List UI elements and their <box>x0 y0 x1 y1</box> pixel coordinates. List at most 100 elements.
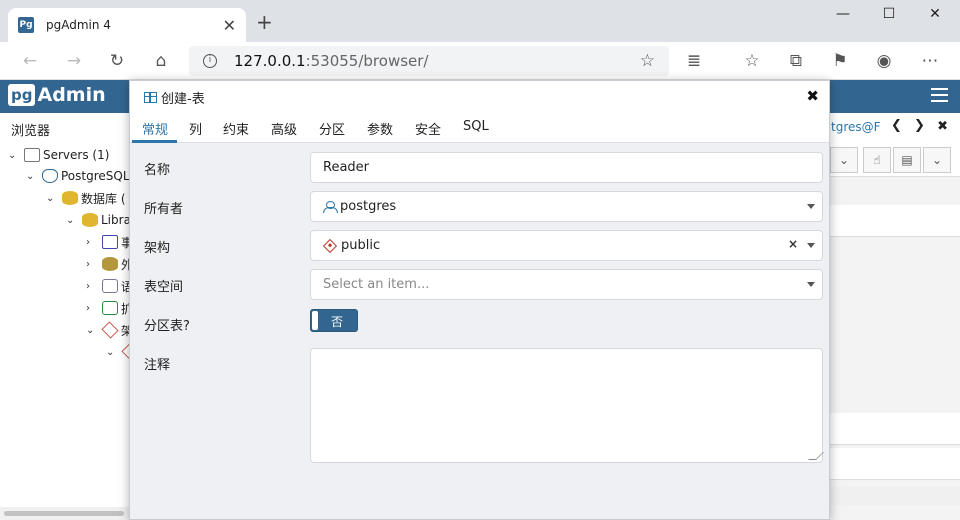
minimize-icon[interactable]: — <box>820 6 866 22</box>
tab-close-icon[interactable]: ✖ <box>937 119 948 134</box>
dropdown-caret-icon[interactable] <box>807 204 815 209</box>
tree-node-label: Servers (1) <box>43 148 110 162</box>
extension-icon <box>102 301 118 315</box>
tablespace-label: 表空间 <box>144 280 184 295</box>
site-info-icon[interactable]: i <box>203 54 217 68</box>
tab-columns[interactable]: 列 <box>189 119 202 138</box>
tree-node-languages[interactable]: › 语 <box>86 276 133 296</box>
favorite-star-icon[interactable]: ☆ <box>640 51 655 71</box>
owner-select[interactable]: postgres <box>310 191 823 222</box>
back-icon[interactable]: ← <box>19 50 41 72</box>
favorites-list-icon[interactable]: ☆ <box>741 50 763 72</box>
dropdown-caret-icon[interactable] <box>807 282 815 287</box>
scrollbar-thumb[interactable] <box>4 511 124 516</box>
tree-node-event-triggers[interactable]: › 事 <box>86 232 133 252</box>
chevron-right-icon[interactable]: › <box>86 237 98 248</box>
comment-textarea[interactable] <box>310 348 824 463</box>
tree-node-databases[interactable]: ⌄ 数据库 ( <box>46 188 126 208</box>
tab-general[interactable]: 常规 <box>142 119 168 138</box>
clear-selection-icon[interactable]: × <box>788 237 798 251</box>
partitioned-label: 分区表? <box>144 319 190 334</box>
collections-icon[interactable]: ⧉ <box>785 50 807 72</box>
chevron-down-icon[interactable]: ⌄ <box>8 150 20 161</box>
object-browser-panel: 浏览器 ⌄ Servers (1) ⌄ PostgreSQL ⌄ 数据库 ( ⌄… <box>0 113 139 520</box>
feedback-icon[interactable]: ⚑ <box>829 50 851 72</box>
schema-value: public <box>341 238 381 253</box>
database-extension-icon[interactable]: ≣ <box>683 50 705 72</box>
home-icon[interactable]: ⌂ <box>150 50 172 72</box>
dialog-close-icon[interactable]: ✖ <box>806 87 819 105</box>
tab-title: pgAdmin 4 <box>46 18 111 32</box>
tab-constraints[interactable]: 约束 <box>223 119 249 138</box>
tree-node-foreign-data[interactable]: › 外 <box>86 254 133 274</box>
tab-advanced[interactable]: 高级 <box>271 119 297 138</box>
horizontal-scrollbar[interactable] <box>0 507 130 520</box>
comment-label: 注释 <box>144 358 171 373</box>
grid-row <box>830 413 960 445</box>
hamburger-menu-icon[interactable] <box>931 88 948 102</box>
forward-icon[interactable]: → <box>63 50 85 72</box>
chevron-down-icon[interactable]: ⌄ <box>923 147 951 173</box>
dialog-header[interactable]: 创建-表 ✖ <box>130 81 829 113</box>
tree-node-servers[interactable]: ⌄ Servers (1) <box>8 145 109 165</box>
tab-next-icon[interactable]: ❯ <box>914 118 925 133</box>
partitioned-toggle[interactable]: 否 <box>310 309 358 332</box>
chevron-down-icon[interactable]: ⌄ <box>66 215 78 226</box>
server-group-icon <box>24 148 40 162</box>
chevron-down-icon[interactable]: ⌄ <box>46 193 58 204</box>
dropdown-caret-icon[interactable] <box>807 243 815 248</box>
hand-pointer-icon[interactable]: ☝ <box>863 147 891 173</box>
name-value: Reader <box>323 160 370 175</box>
window-close-icon[interactable]: ✕ <box>912 6 958 22</box>
tree-node-extensions[interactable]: › 扩 <box>86 298 133 318</box>
tree-node-schemas[interactable]: ⌄ 架 <box>86 320 133 340</box>
tab-close-icon[interactable]: ✕ <box>223 16 236 35</box>
create-table-dialog: 创建-表 ✖ 常规 列 约束 高级 分区 参数 安全 SQL 名称 Reader… <box>129 80 830 520</box>
chevron-down-icon[interactable]: ⌄ <box>26 171 38 182</box>
tab-security[interactable]: 安全 <box>415 119 441 138</box>
logo-admin: Admin <box>37 84 106 106</box>
name-label: 名称 <box>144 163 171 178</box>
maximize-icon[interactable]: ☐ <box>866 6 912 22</box>
tree-node-label: PostgreSQL <box>61 169 130 183</box>
keyboard-icon[interactable]: ▤ <box>893 147 921 173</box>
chevron-right-icon[interactable]: › <box>86 259 98 270</box>
postgresql-elephant-icon <box>42 169 58 183</box>
horizontal-scrollbar[interactable] <box>830 487 960 505</box>
tree-node-label: 数据库 ( <box>81 191 126 206</box>
user-role-icon <box>323 201 338 213</box>
tab-sql[interactable]: SQL <box>463 119 489 134</box>
owner-value: postgres <box>340 199 397 214</box>
name-input[interactable]: Reader <box>310 152 823 183</box>
toggle-label: 否 <box>331 315 344 329</box>
chevron-right-icon[interactable]: › <box>86 303 98 314</box>
dialog-title: 创建-表 <box>161 91 205 107</box>
pgadmin-favicon-icon: Pg <box>18 17 34 33</box>
dropdown-chevron-icon[interactable]: ⌄ <box>830 147 858 173</box>
chevron-down-icon[interactable]: ⌄ <box>86 325 98 336</box>
toggle-knob[interactable] <box>312 311 318 330</box>
browser-panel-title: 浏览器 <box>11 124 51 139</box>
tab-partitions[interactable]: 分区 <box>319 119 345 138</box>
tree-node-postgresql[interactable]: ⌄ PostgreSQL <box>26 166 130 186</box>
grid-row <box>830 448 960 480</box>
address-bar[interactable]: i 127.0.0.1:53055/browser/ ☆ <box>189 46 669 76</box>
tree-node-label: Libra <box>101 213 131 227</box>
schema-select[interactable]: public × <box>310 230 823 261</box>
table-icon <box>144 91 157 103</box>
more-menu-icon[interactable]: ⋯ <box>919 50 941 72</box>
refresh-icon[interactable]: ↻ <box>106 50 128 72</box>
browser-tab[interactable]: Pg pgAdmin 4 ✕ <box>8 8 246 42</box>
chevron-down-icon[interactable]: ⌄ <box>106 347 118 358</box>
tree-node-library-db[interactable]: ⌄ Libra <box>66 210 131 230</box>
tab-prev-icon[interactable]: ❮ <box>891 118 902 133</box>
tab-parameters[interactable]: 参数 <box>367 119 393 138</box>
query-tab-label[interactable]: tgres@F <box>831 120 881 134</box>
chevron-right-icon[interactable]: › <box>86 281 98 292</box>
language-icon <box>102 279 118 293</box>
resize-handle-icon[interactable] <box>808 452 824 460</box>
profile-avatar-icon[interactable]: ◉ <box>873 50 895 72</box>
tablespace-select[interactable]: Select an item... <box>310 269 823 300</box>
address-host: 127.0.0.1 <box>234 52 306 70</box>
new-tab-icon[interactable]: + <box>256 12 273 32</box>
